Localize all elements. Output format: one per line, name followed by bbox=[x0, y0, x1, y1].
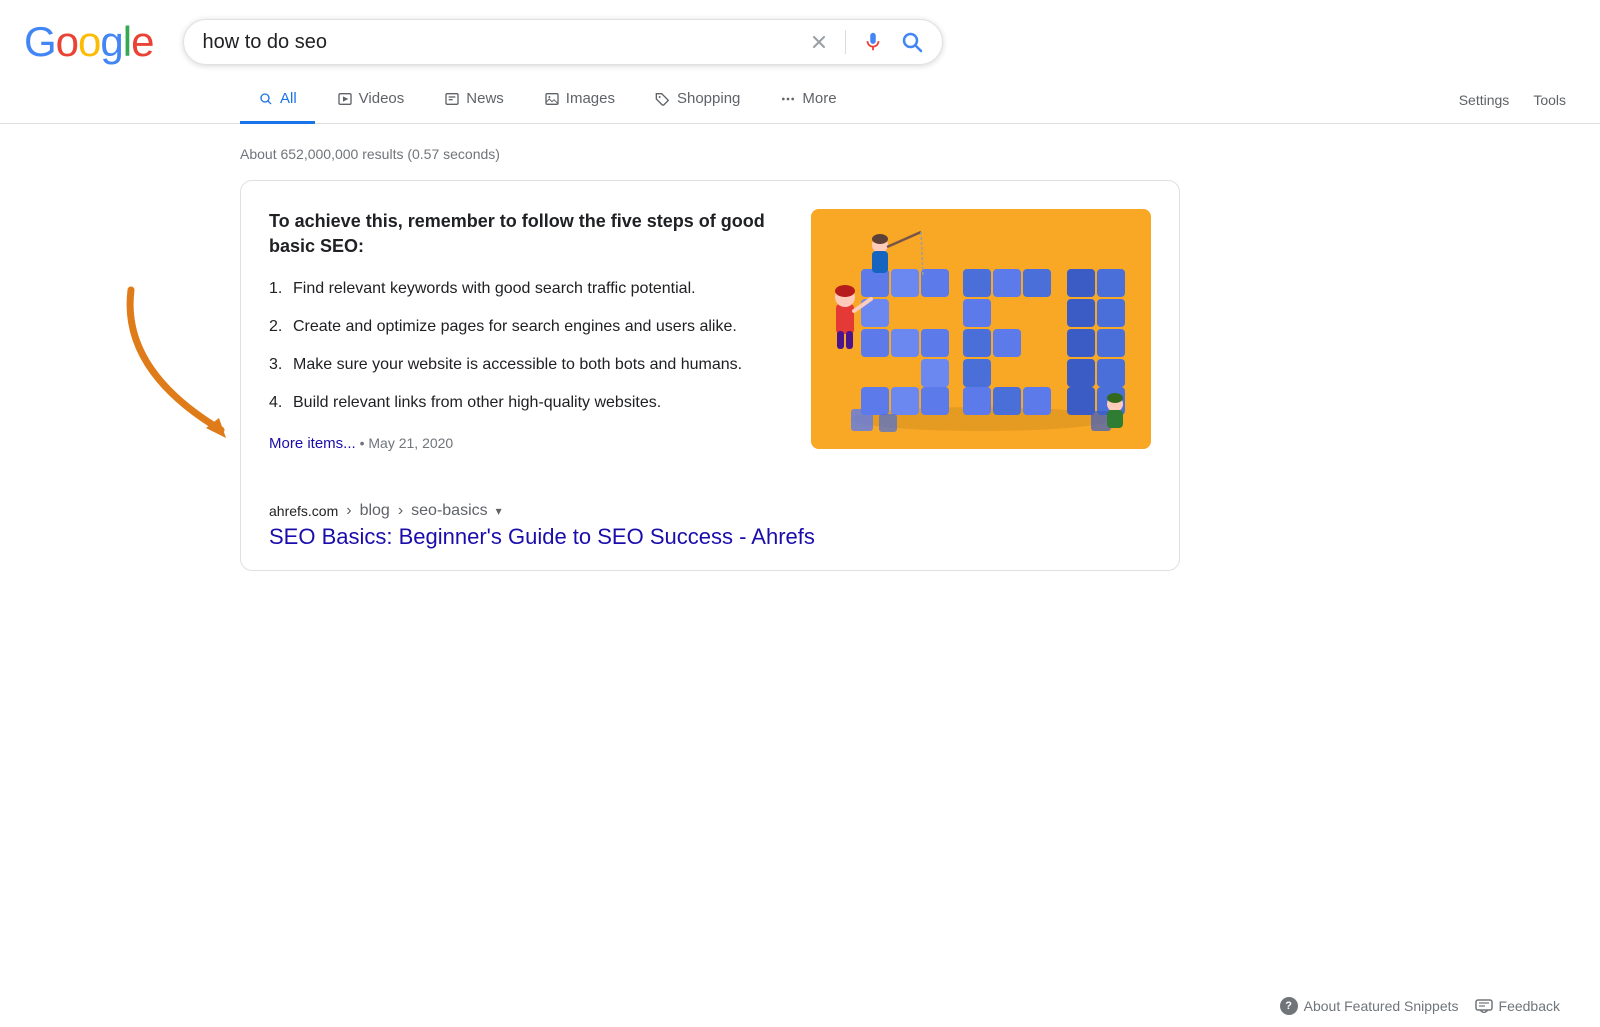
bottom-bar: ? About Featured Snippets Feedback bbox=[0, 985, 1600, 1027]
source-path2: seo-basics bbox=[411, 502, 487, 520]
snippet-title: To achieve this, remember to follow the … bbox=[269, 209, 781, 259]
logo-g2: g bbox=[100, 18, 122, 65]
tab-shopping[interactable]: Shopping bbox=[637, 76, 758, 124]
logo-l: l bbox=[123, 18, 131, 65]
search-bar bbox=[183, 19, 943, 65]
source-section: ahrefs.com › blog › seo-basics ▾ SEO Bas… bbox=[269, 486, 1151, 550]
snippet-text: To achieve this, remember to follow the … bbox=[269, 209, 781, 470]
logo-o1: o bbox=[56, 18, 78, 65]
source-dropdown-icon[interactable]: ▾ bbox=[496, 504, 502, 518]
about-snippets-label: About Featured Snippets bbox=[1304, 998, 1459, 1014]
feedback-label: Feedback bbox=[1499, 998, 1560, 1014]
question-icon: ? bbox=[1280, 997, 1298, 1015]
dots-icon bbox=[780, 91, 796, 107]
clear-icon bbox=[809, 32, 829, 52]
snippet-date: • May 21, 2020 bbox=[360, 435, 454, 451]
news-icon bbox=[444, 91, 460, 107]
tab-all[interactable]: All bbox=[240, 76, 315, 124]
feedback-button[interactable]: Feedback bbox=[1475, 998, 1560, 1014]
source-path1: blog bbox=[360, 502, 390, 520]
play-icon bbox=[337, 91, 353, 107]
more-items-link[interactable]: More items... bbox=[269, 435, 356, 452]
tab-videos-label: Videos bbox=[359, 90, 405, 107]
settings-link[interactable]: Settings bbox=[1449, 78, 1520, 122]
tab-more[interactable]: More bbox=[762, 76, 854, 124]
results-count: About 652,000,000 results (0.57 seconds) bbox=[240, 138, 1200, 180]
feedback-icon bbox=[1475, 999, 1493, 1013]
snippet-list: Find relevant keywords with good search … bbox=[269, 277, 781, 415]
search-button[interactable] bbox=[900, 30, 924, 54]
tab-news-label: News bbox=[466, 90, 504, 107]
settings-tools: Settings Tools bbox=[1449, 78, 1600, 122]
tools-link[interactable]: Tools bbox=[1523, 78, 1576, 122]
tab-all-label: All bbox=[280, 90, 297, 107]
seo-illustration bbox=[811, 209, 1151, 449]
list-item: Create and optimize pages for search eng… bbox=[269, 315, 781, 339]
google-logo: Google bbox=[24, 18, 153, 66]
list-item: Make sure your website is accessible to … bbox=[269, 353, 781, 377]
tab-images-label: Images bbox=[566, 90, 615, 107]
source-domain: ahrefs.com bbox=[269, 503, 338, 519]
list-item: Build relevant links from other high-qua… bbox=[269, 391, 781, 415]
search-tab-icon bbox=[258, 91, 274, 107]
mic-icon bbox=[862, 31, 884, 53]
about-snippets[interactable]: ? About Featured Snippets bbox=[1280, 997, 1459, 1015]
tab-images[interactable]: Images bbox=[526, 76, 633, 124]
tab-shopping-label: Shopping bbox=[677, 90, 740, 107]
search-icons bbox=[809, 30, 924, 54]
nav-tabs: All Videos News Images Shopping bbox=[0, 76, 1600, 124]
logo-o2: o bbox=[78, 18, 100, 65]
search-input[interactable] bbox=[202, 31, 797, 54]
featured-snippet: To achieve this, remember to follow the … bbox=[240, 180, 1180, 571]
logo-e: e bbox=[131, 18, 153, 65]
tab-videos[interactable]: Videos bbox=[319, 76, 423, 124]
results-area: About 652,000,000 results (0.57 seconds)… bbox=[0, 124, 1200, 571]
result-title[interactable]: SEO Basics: Beginner's Guide to SEO Succ… bbox=[269, 524, 815, 549]
image-icon bbox=[544, 91, 560, 107]
tab-more-label: More bbox=[802, 90, 836, 107]
tag-icon bbox=[655, 91, 671, 107]
clear-button[interactable] bbox=[809, 32, 829, 52]
snippet-content: To achieve this, remember to follow the … bbox=[269, 209, 1151, 470]
snippet-image bbox=[811, 209, 1151, 449]
source-line: ahrefs.com › blog › seo-basics ▾ bbox=[269, 494, 1151, 520]
search-icon bbox=[900, 30, 924, 54]
tab-news[interactable]: News bbox=[426, 76, 522, 124]
source-breadcrumb: › bbox=[346, 502, 351, 520]
more-items: More items... • May 21, 2020 bbox=[269, 435, 781, 452]
source-breadcrumb2: › bbox=[398, 502, 403, 520]
list-item: Find relevant keywords with good search … bbox=[269, 277, 781, 301]
voice-search-button[interactable] bbox=[862, 31, 884, 53]
divider bbox=[845, 30, 846, 54]
header: Google bbox=[0, 0, 1600, 76]
logo-g: G bbox=[24, 18, 56, 65]
